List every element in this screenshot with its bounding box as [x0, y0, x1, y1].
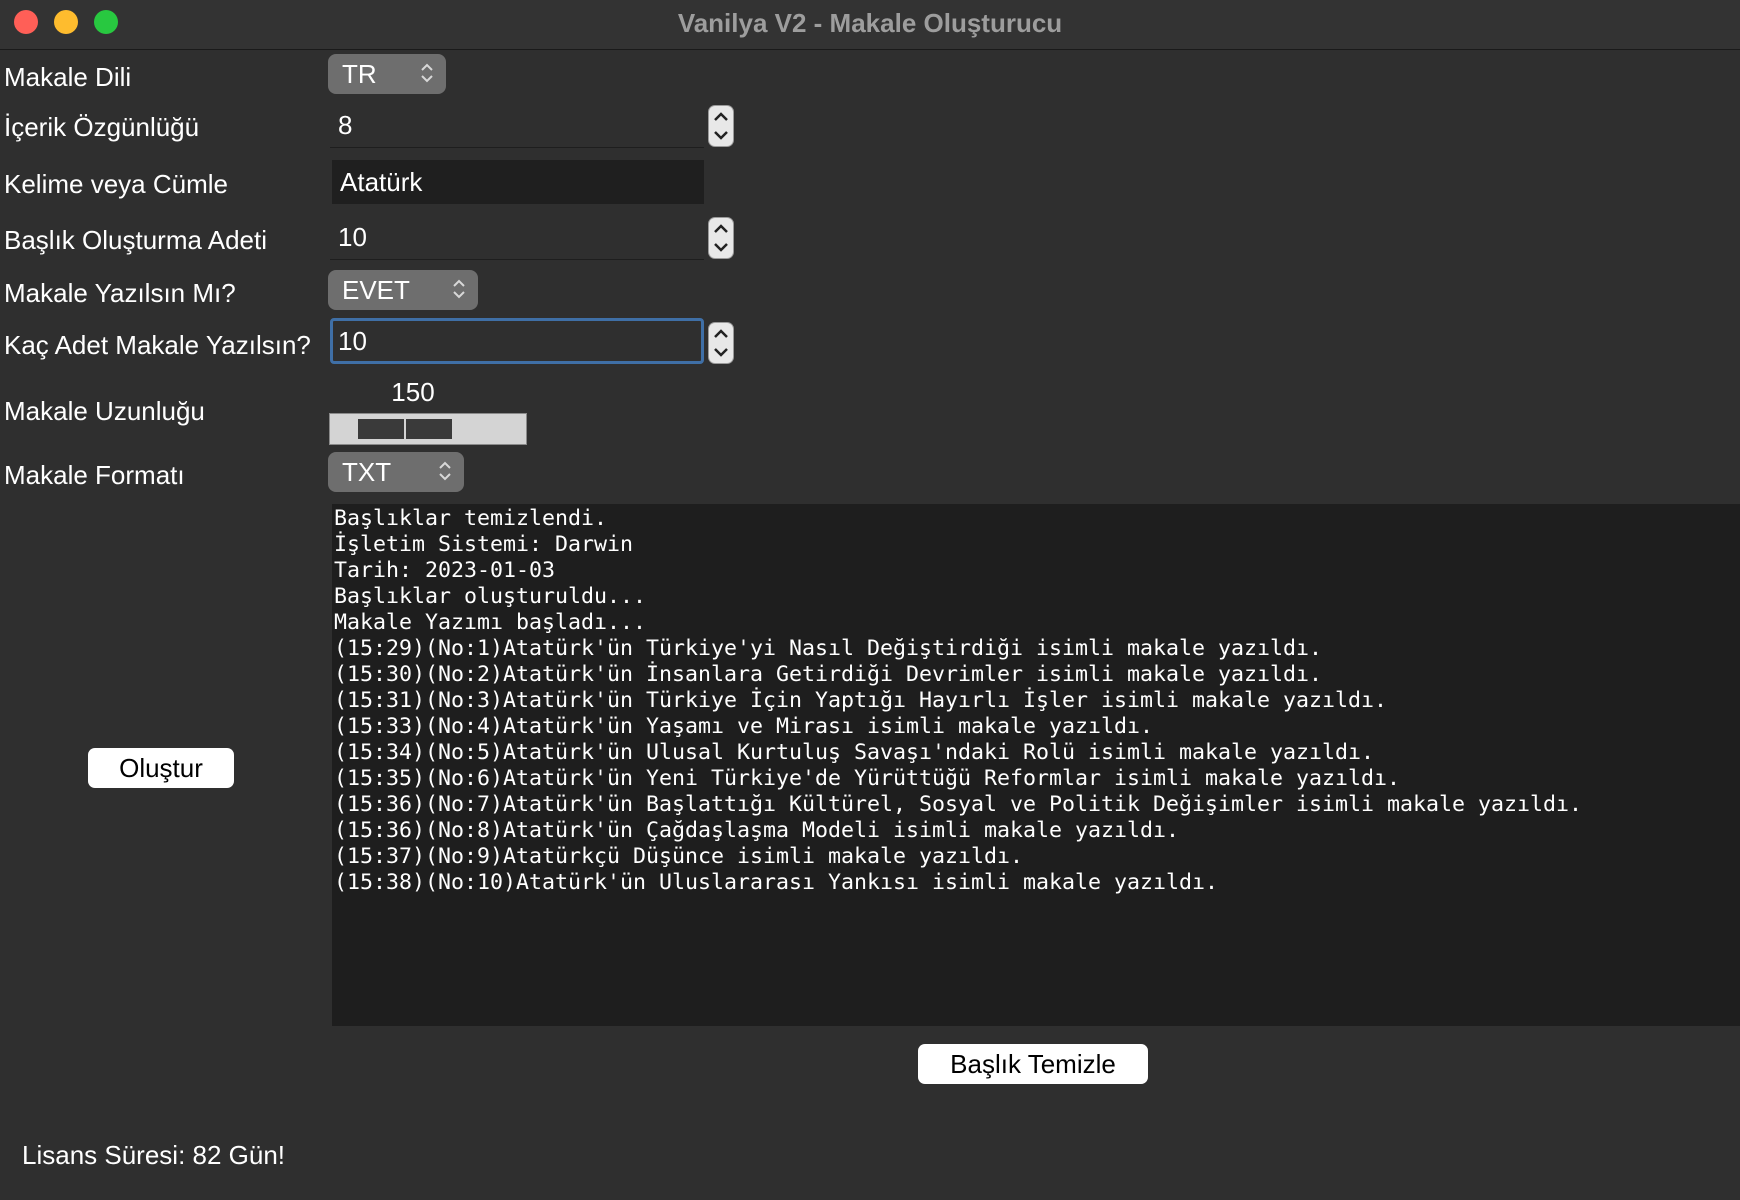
- log-line: (15:38)(No:10)Atatürk'ün Uluslararası Ya…: [334, 870, 1219, 895]
- article-count-input[interactable]: 10: [330, 318, 704, 364]
- article-count-stepper[interactable]: [708, 322, 734, 364]
- write-articles-select[interactable]: EVET: [328, 270, 478, 310]
- keyword-label: Kelime veya Cümle: [4, 169, 228, 199]
- clear-titles-button[interactable]: Başlık Temizle: [918, 1044, 1148, 1084]
- article-length-slider-handle[interactable]: [356, 417, 454, 441]
- log-line: İşletim Sistemi: Darwin: [334, 532, 634, 557]
- article-count-label: Kaç Adet Makale Yazılsın?: [4, 330, 311, 360]
- log-line: (15:37)(No:9)Atatürkçü Düşünce isimli ma…: [334, 844, 1024, 869]
- language-select-value: TR: [342, 59, 377, 89]
- log-line: (15:30)(No:2)Atatürk'ün İnsanlara Getird…: [334, 662, 1323, 687]
- updown-chevron-icon: [438, 457, 452, 485]
- log-line: (15:33)(No:4)Atatürk'ün Yaşamı ve Mirası…: [334, 714, 1154, 739]
- write-articles-select-value: EVET: [342, 275, 410, 305]
- log-line: (15:35)(No:6)Atatürk'ün Yeni Türkiye'de …: [334, 766, 1401, 791]
- originality-label: İçerik Özgünlüğü: [4, 112, 200, 142]
- originality-input[interactable]: 8: [330, 102, 704, 148]
- log-output[interactable]: Başlıklar temizlendi. İşletim Sistemi: Da…: [332, 504, 1740, 1026]
- create-button[interactable]: Oluştur: [88, 748, 234, 788]
- article-format-select[interactable]: TXT: [328, 452, 464, 492]
- log-line: (15:31)(No:3)Atatürk'ün Türkiye İçin Yap…: [334, 688, 1388, 713]
- updown-chevron-icon: [420, 59, 434, 87]
- article-length-slider[interactable]: [329, 413, 527, 445]
- log-line: (15:34)(No:5)Atatürk'ün Ulusal Kurtuluş …: [334, 740, 1375, 765]
- log-line: (15:29)(No:1)Atatürk'ün Türkiye'yi Nasıl…: [334, 636, 1323, 661]
- title-bar: Vanilya V2 - Makale Oluşturucu: [0, 0, 1740, 50]
- license-status: Lisans Süresi: 82 Gün!: [22, 1140, 286, 1170]
- title-count-stepper[interactable]: [708, 217, 734, 259]
- updown-chevron-icon: [452, 275, 466, 303]
- log-line: Başlıklar oluşturuldu...: [334, 584, 647, 609]
- article-format-select-value: TXT: [342, 457, 392, 487]
- window-title: Vanilya V2 - Makale Oluşturucu: [677, 8, 1063, 38]
- write-articles-label: Makale Yazılsın Mı?: [4, 278, 236, 308]
- title-count-label: Başlık Oluşturma Adeti: [4, 225, 267, 255]
- article-length-value: 150: [391, 377, 435, 407]
- language-label: Makale Dili: [4, 62, 132, 92]
- title-count-input[interactable]: 10: [330, 214, 704, 260]
- language-select[interactable]: TR: [328, 54, 446, 94]
- log-line: Başlıklar temizlendi.: [334, 506, 608, 531]
- log-line: (15:36)(No:8)Atatürk'ün Çağdaşlaşma Mode…: [334, 818, 1180, 843]
- keyword-input[interactable]: Atatürk: [332, 160, 704, 204]
- originality-stepper[interactable]: [708, 105, 734, 147]
- article-length-label: Makale Uzunluğu: [4, 396, 205, 426]
- log-line: (15:36)(No:7)Atatürk'ün Başlattığı Kültü…: [334, 792, 1583, 817]
- log-line: Tarih: 2023-01-03: [334, 558, 556, 583]
- article-format-label: Makale Formatı: [4, 460, 185, 490]
- log-line: Makale Yazımı başladı...: [334, 610, 647, 635]
